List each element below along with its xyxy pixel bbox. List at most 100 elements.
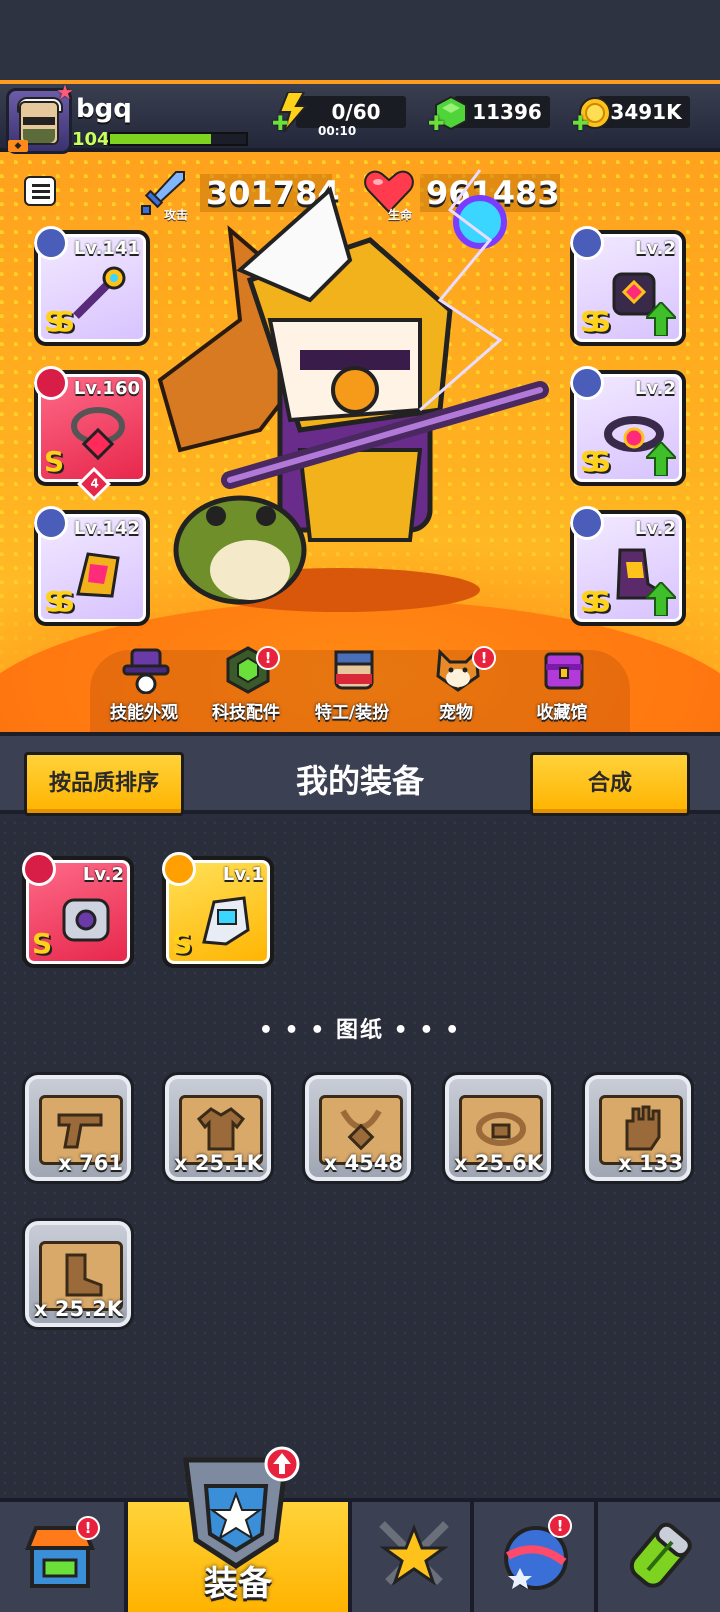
equip-rank: SS bbox=[44, 585, 75, 618]
blueprint-item[interactable]: x 25.1K bbox=[162, 1072, 274, 1184]
belt-slot-icon bbox=[570, 366, 604, 400]
blueprint-count: x 25.2K bbox=[34, 1297, 123, 1321]
energy-plus-icon[interactable]: ✚ bbox=[272, 113, 289, 133]
glove-icon bbox=[625, 1105, 661, 1151]
crossed-swords-star-icon bbox=[379, 1521, 449, 1586]
upgrade-arrow-icon bbox=[646, 442, 676, 476]
notification-badge: ! bbox=[76, 1516, 100, 1540]
equip-level: Lv.2 bbox=[634, 518, 676, 539]
inventory-item-glove[interactable]: Lv.1 S bbox=[162, 852, 274, 968]
equip-level: Lv.142 bbox=[73, 518, 140, 539]
xp-bar-fill bbox=[110, 134, 211, 144]
equip-slot-boots[interactable]: Lv.2 SS bbox=[570, 506, 686, 626]
hero-character bbox=[157, 169, 549, 612]
section-title: 我的装备 bbox=[295, 762, 424, 800]
shirt-icon bbox=[196, 1107, 246, 1151]
inventory-item-armor[interactable]: Lv.2 S bbox=[22, 852, 134, 968]
dna-capsule-icon bbox=[629, 1522, 692, 1588]
avatar-star-icon: ★ bbox=[56, 80, 74, 104]
equip-level: Lv.2 bbox=[634, 238, 676, 259]
nav-shop[interactable]: ! bbox=[0, 1502, 124, 1612]
equip-slot-armor[interactable]: Lv.2 SS bbox=[570, 226, 686, 346]
player-name: bgq bbox=[76, 94, 132, 124]
staff-icon bbox=[73, 266, 126, 319]
status-strip bbox=[0, 0, 720, 80]
energy-value: 0/60 bbox=[331, 100, 381, 124]
armor-icon bbox=[62, 898, 110, 942]
equip-level: Lv.141 bbox=[73, 238, 140, 259]
necklace-icon bbox=[71, 407, 125, 461]
glove-slot-icon bbox=[162, 852, 196, 886]
energy-timer: 00:10 bbox=[318, 124, 357, 138]
feature-pets[interactable]: 宠物 ! bbox=[408, 640, 504, 732]
blueprint-count: x 761 bbox=[58, 1151, 123, 1175]
pistol-icon bbox=[57, 1113, 103, 1149]
notification-badge: ! bbox=[548, 1514, 572, 1538]
weapon-slot-icon bbox=[34, 226, 68, 260]
feature-label: 收藏馆 bbox=[536, 703, 588, 723]
equip-slot-necklace[interactable]: Lv.160 S 4 bbox=[34, 366, 150, 501]
blueprint-count: x 133 bbox=[618, 1151, 683, 1175]
belt-icon bbox=[476, 1112, 526, 1146]
nav-equipment-label: 装备 bbox=[204, 1564, 272, 1604]
gauntlet-icon bbox=[76, 552, 120, 598]
armor-slot-icon bbox=[22, 852, 56, 886]
blueprint-count: x 25.6K bbox=[454, 1151, 543, 1175]
avatar-badge: ◆ bbox=[8, 140, 28, 152]
blueprint-item[interactable]: x 761 bbox=[22, 1072, 134, 1184]
upgrade-arrow-icon bbox=[646, 302, 676, 336]
sort-by-quality-button[interactable]: 按品质排序 bbox=[24, 752, 184, 816]
item-rank: S bbox=[172, 927, 192, 960]
player-level: 104 bbox=[72, 129, 110, 150]
glove-slot-icon bbox=[34, 506, 68, 540]
feature-label: 科技配件 bbox=[212, 703, 280, 723]
equip-rank: SS bbox=[580, 585, 611, 618]
feature-collection[interactable]: 收藏馆 bbox=[514, 640, 610, 732]
equip-rank: S bbox=[44, 445, 64, 478]
menu-button[interactable] bbox=[24, 176, 56, 206]
blueprint-item[interactable]: x 25.6K bbox=[442, 1072, 554, 1184]
blueprints-title: • • • 图纸 • • • bbox=[258, 1018, 462, 1043]
blueprint-count: x 25.1K bbox=[174, 1151, 263, 1175]
coin-value: 3491K bbox=[610, 100, 682, 124]
blueprint-item[interactable]: x 133 bbox=[582, 1072, 694, 1184]
equip-rank: SS bbox=[580, 445, 611, 478]
gem-plus-icon[interactable]: ✚ bbox=[428, 113, 445, 133]
upgrade-arrow-icon bbox=[646, 582, 676, 616]
wizard-hat-icon bbox=[122, 648, 170, 694]
agent-face-icon bbox=[334, 650, 374, 690]
feature-agent-outfit[interactable]: 特工/装扮 bbox=[304, 640, 400, 732]
boots-slot-icon bbox=[570, 506, 604, 540]
gauntlet-icon bbox=[202, 896, 250, 946]
necklace-slot-icon bbox=[34, 366, 68, 400]
feature-tech-parts[interactable]: 科技配件 ! bbox=[198, 640, 294, 732]
necklace-icon bbox=[340, 1109, 382, 1151]
equip-slot-glove[interactable]: Lv.142 SS bbox=[34, 506, 150, 626]
item-rank: S bbox=[32, 927, 52, 960]
equip-level: Lv.2 bbox=[634, 378, 676, 399]
equip-slot-belt[interactable]: Lv.2 SS bbox=[570, 366, 686, 486]
feature-label: 特工/装扮 bbox=[314, 703, 390, 723]
equip-rank: SS bbox=[44, 305, 75, 338]
coin-plus-icon[interactable]: ✚ bbox=[572, 113, 589, 133]
upgrade-badge-icon bbox=[264, 1446, 300, 1482]
feature-label: 宠物 bbox=[439, 703, 473, 723]
equip-rank: SS bbox=[580, 305, 611, 338]
feature-skill-skins[interactable]: 技能外观 bbox=[96, 640, 192, 732]
equip-slot-weapon[interactable]: Lv.141 SS bbox=[34, 226, 150, 346]
notification-badge: ! bbox=[256, 646, 280, 670]
armor-slot-icon bbox=[570, 226, 604, 260]
boot-icon bbox=[65, 1253, 103, 1297]
item-level: Lv.1 bbox=[222, 864, 264, 885]
gem-value: 11396 bbox=[472, 100, 542, 124]
nav-evolve[interactable] bbox=[600, 1502, 720, 1612]
nav-battle[interactable] bbox=[356, 1502, 474, 1612]
feature-label: 技能外观 bbox=[110, 703, 178, 723]
notification-badge: ! bbox=[472, 646, 496, 670]
merge-button[interactable]: 合成 bbox=[530, 752, 690, 816]
blueprint-item[interactable]: x 25.2K bbox=[22, 1218, 134, 1330]
item-level: Lv.2 bbox=[82, 864, 124, 885]
blueprint-count: x 4548 bbox=[323, 1151, 403, 1175]
nav-world[interactable]: ! bbox=[476, 1502, 598, 1612]
blueprint-item[interactable]: x 4548 bbox=[302, 1072, 414, 1184]
